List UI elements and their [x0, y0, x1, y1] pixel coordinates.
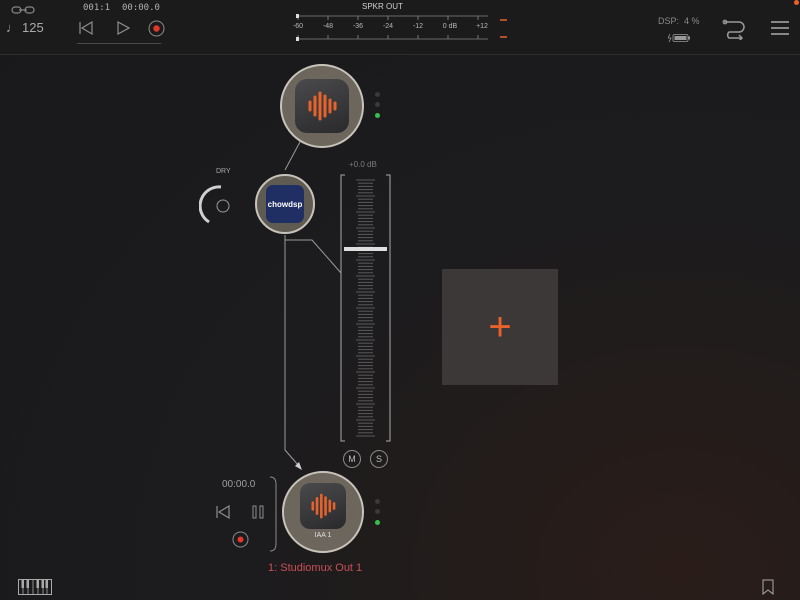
mute-button[interactable]: M — [343, 450, 361, 468]
output-led-3 — [375, 520, 380, 525]
add-plugin-slot[interactable]: + — [442, 269, 558, 385]
input-app-tile — [295, 79, 349, 133]
waveform-icon — [308, 91, 337, 121]
input-led-3 — [375, 113, 380, 118]
output-bracket — [269, 476, 277, 552]
effect-app-tile: chowdsp — [266, 185, 304, 223]
output-rewind-button[interactable] — [214, 503, 232, 521]
solo-button[interactable]: S — [370, 450, 388, 468]
bookmark-icon — [762, 579, 774, 595]
dry-label: DRY — [216, 168, 231, 175]
pause-icon — [252, 505, 264, 519]
waveform-icon — [311, 493, 336, 519]
piano-keyboard-icon — [18, 579, 52, 595]
output-route-label[interactable]: 1: Studiomux Out 1 — [268, 562, 362, 574]
output-led-1 — [375, 499, 380, 504]
skip-back-icon — [216, 504, 230, 520]
output-pause-button[interactable] — [249, 503, 267, 521]
add-icon: + — [488, 305, 512, 349]
bookmark-button[interactable] — [760, 578, 776, 596]
output-node-name: IAA 1 — [314, 532, 332, 539]
record-icon — [232, 531, 248, 547]
input-led-1 — [375, 92, 380, 97]
output-record-button[interactable] — [231, 530, 249, 548]
keyboard-button[interactable] — [18, 578, 52, 596]
effect-node[interactable]: chowdsp — [255, 174, 315, 234]
signal-chain-lines — [284, 139, 342, 470]
volume-fader[interactable] — [340, 174, 391, 442]
output-node[interactable]: IAA 1 — [282, 471, 364, 553]
dry-knob[interactable] — [198, 183, 245, 229]
output-app-tile — [300, 483, 346, 529]
input-led-2 — [375, 102, 380, 107]
fader-db-value: +0.0 dB — [349, 160, 377, 169]
input-node[interactable] — [280, 64, 364, 148]
output-time: 00:00.0 — [222, 479, 256, 490]
output-led-2 — [375, 509, 380, 514]
fader-handle[interactable] — [344, 247, 387, 251]
effect-name: chowdsp — [267, 199, 303, 209]
